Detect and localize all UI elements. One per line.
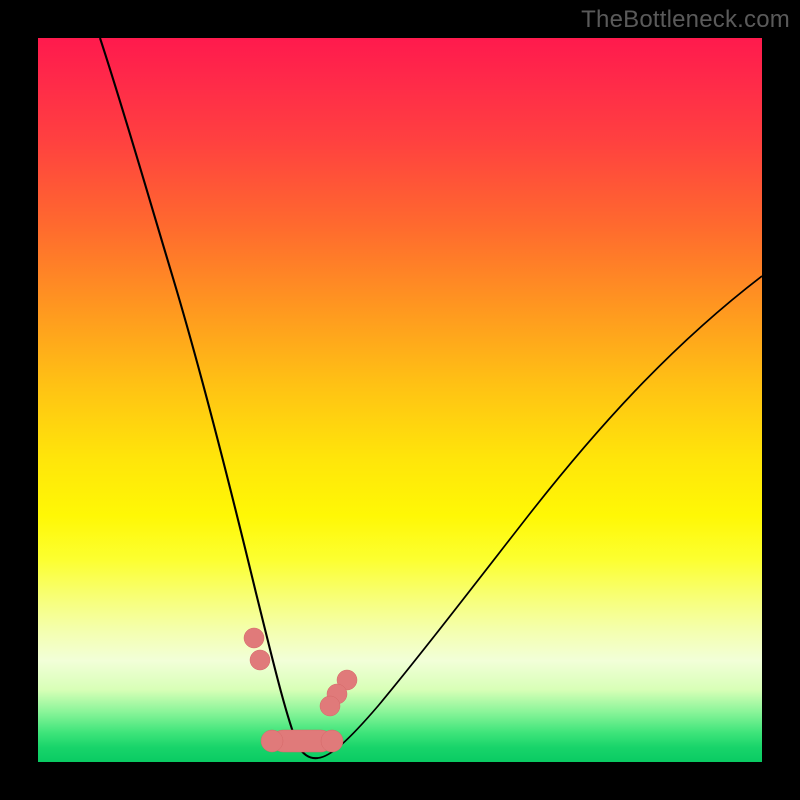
valley-end-dot [321, 730, 343, 752]
plot-area [38, 38, 762, 762]
valley-end-dot [261, 730, 283, 752]
curve-layer [38, 38, 762, 762]
marker-dot [320, 696, 340, 716]
watermark-text: TheBottleneck.com [581, 6, 790, 34]
right-curve [318, 276, 762, 758]
chart-frame: TheBottleneck.com [0, 0, 800, 800]
left-curve [100, 38, 318, 758]
marker-dot [244, 628, 264, 648]
marker-dot [250, 650, 270, 670]
